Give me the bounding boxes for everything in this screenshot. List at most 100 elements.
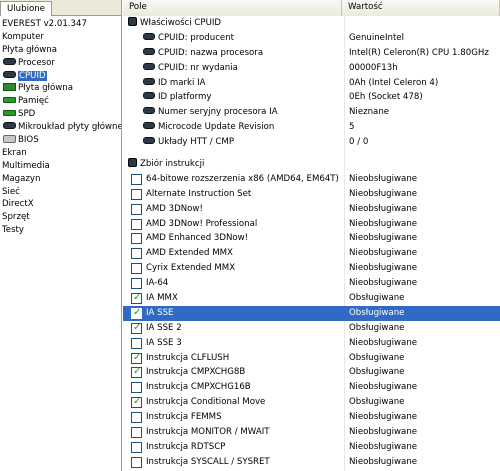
tree-item-label: Komputer	[2, 31, 44, 42]
list-row[interactable]: Instrukcja MONITOR / MWAIT Nieobsługiwane	[123, 425, 500, 440]
list-row[interactable]: Instrukcja CMPXCHG8B Obsługiwane	[123, 365, 500, 380]
field-label: 64-bitowe rozszerzenia x86 (AMD64, EM64T…	[146, 173, 339, 184]
tree-item-p-yta-g-wna[interactable]: Płyta główna	[0, 82, 121, 95]
tree-item-label: Mikroukład płyty głównej	[18, 122, 122, 133]
value-cell: Nieobsługiwane	[349, 188, 418, 199]
cpu-icon	[128, 17, 137, 26]
field-label: IA MMX	[146, 293, 178, 304]
list-row[interactable]: AMD 3DNow! Professional Nieobsługiwane	[123, 217, 500, 232]
list-row[interactable]: Instrukcja CLFLUSH Obsługiwane	[123, 351, 500, 365]
memory-icon	[3, 96, 16, 103]
navigation-tree: EVEREST v2.01.347 Komputer Płyta główna Pro…	[0, 16, 121, 237]
field-label: Instrukcja CLFLUSH	[146, 352, 230, 363]
tree-item-cpuid[interactable]: CPUID	[0, 70, 121, 83]
value-cell: 0Ah (Intel Celeron 4)	[349, 77, 439, 88]
field-cell: Instrukcja CMPXCHG8B	[123, 365, 344, 380]
field-label: IA SSE 3	[146, 337, 182, 348]
list-row[interactable]: Alternate Instruction Set Nieobsługiwane	[123, 187, 500, 202]
column-header-value[interactable]: Wartość	[342, 0, 500, 16]
value-cell: 0 / 0	[349, 137, 369, 148]
field-cell: IA SSE 3	[123, 336, 344, 351]
field-label: Instrukcja Conditional Move	[146, 397, 266, 408]
tree-item-pami[interactable]: Pamięć	[0, 95, 121, 108]
tree-item-p-yta-g-wna[interactable]: Płyta główna	[0, 44, 121, 57]
value-cell: Nieznane	[349, 107, 390, 118]
list-row[interactable]: Instrukcja RDTSCP Nieobsługiwane	[123, 440, 500, 455]
list-row[interactable]: IA SSE 3 Nieobsługiwane	[123, 336, 500, 351]
field-label: Instrukcja SYSCALL / SYSRET	[146, 456, 270, 467]
checked-checkbox-icon	[131, 306, 142, 321]
tree-item-label: Płyta główna	[18, 83, 73, 94]
field-label: Alternate Instruction Set	[146, 188, 252, 199]
value-cell: Obsługiwane	[349, 293, 405, 304]
list-row[interactable]: AMD 3DNow! Nieobsługiwane	[123, 202, 500, 217]
tree-item-testy[interactable]: Testy	[0, 224, 121, 237]
list-row[interactable]: 64-bitowe rozszerzenia x86 (AMD64, EM64T…	[123, 172, 500, 187]
field-label: Microcode Update Revision	[158, 122, 275, 133]
tree-item-sprz-t[interactable]: Sprzęt	[0, 211, 121, 224]
navigation-pane: Ulubione EVEREST v2.01.347 Komputer Płyta …	[0, 0, 122, 471]
list-row[interactable]: CPUID: nazwa procesora Intel(R) Celeron(R…	[123, 46, 500, 61]
tree-item-multimedia[interactable]: Multimedia	[0, 160, 121, 173]
group-header[interactable]: Zbiór instrukcji	[123, 157, 500, 172]
list-row[interactable]: Microcode Update Revision 5	[123, 120, 500, 135]
cpu-icon	[143, 32, 155, 40]
cpu-icon	[143, 137, 155, 145]
tab-favorites[interactable]: Ulubione	[0, 1, 52, 16]
field-cell: AMD Extended MMX	[123, 246, 344, 261]
tree-item-spd[interactable]: SPD	[0, 108, 121, 121]
list-row[interactable]: Instrukcja CMPXCHG16B Nieobsługiwane	[123, 380, 500, 395]
tree-item-label: Procesor	[18, 57, 55, 68]
field-cell: IA SSE 2	[123, 321, 344, 336]
tree-item-komputer[interactable]: Komputer	[0, 31, 121, 44]
tree-item-sie[interactable]: Sieć	[0, 186, 121, 199]
tree-item-everest-v2-01-347[interactable]: EVEREST v2.01.347	[0, 18, 121, 31]
list-row[interactable]: CPUID: nr wydania 00000F13h	[123, 61, 500, 76]
field-cell: Cyrix Extended MMX	[123, 261, 344, 276]
tree-item-directx[interactable]: DirectX	[0, 198, 121, 211]
value-cell: Nieobsługiwane	[349, 233, 418, 244]
list-row[interactable]: IA SSE Obsługiwane	[123, 305, 500, 321]
list-row[interactable]: ID platformy 0Eh (Socket 478)	[123, 90, 500, 105]
list-row[interactable]: Instrukcja FEMMS Nieobsługiwane	[123, 410, 500, 425]
tree-item-bios[interactable]: BIOS	[0, 134, 121, 147]
tree-item-mikrouk-ad-p-yty-g-wnej[interactable]: Mikroukład płyty głównej	[0, 121, 121, 134]
list-row[interactable]: IA MMX Obsługiwane	[123, 291, 500, 306]
list-row[interactable]: IA-64 Nieobsługiwane	[123, 276, 500, 291]
field-label: CPUID: nr wydania	[158, 62, 238, 73]
memory-icon	[3, 109, 16, 116]
list-row[interactable]: Układy HTT / CMP 0 / 0	[123, 135, 500, 150]
value-cell: Nieobsługiwane	[349, 427, 418, 438]
list-row[interactable]: IA SSE 2 Obsługiwane	[123, 321, 500, 336]
motherboard-icon	[3, 82, 16, 91]
field-cell: Instrukcja FEMMS	[123, 410, 344, 425]
list-row[interactable]: Instrukcja SYSCALL / SYSRET Nieobsługiwan…	[123, 455, 500, 470]
list-row[interactable]: Numer seryjny procesora IA Nieznane	[123, 105, 500, 120]
column-header-field[interactable]: Pole	[123, 0, 342, 16]
list-row[interactable]: CPUID: producent GenuineIntel	[123, 31, 500, 46]
field-cell: CPUID: nazwa procesora	[123, 46, 344, 61]
tree-item-magazyn[interactable]: Magazyn	[0, 173, 121, 186]
tree-item-procesor[interactable]: Procesor	[0, 57, 121, 70]
value-cell: Obsługiwane	[349, 352, 405, 363]
field-cell: Instrukcja CMPXCHG16B	[123, 380, 344, 395]
list-row[interactable]: AMD Enhanced 3DNow! Nieobsługiwane	[123, 231, 500, 246]
field-label: CPUID: nazwa procesora	[158, 47, 264, 58]
list-row[interactable]: ID marki IA 0Ah (Intel Celeron 4)	[123, 76, 500, 91]
value-cell: Nieobsługiwane	[349, 382, 418, 393]
unchecked-checkbox-icon	[131, 248, 142, 260]
tree-item-label: Testy	[2, 225, 25, 236]
checked-checkbox-icon	[131, 365, 142, 380]
unchecked-checkbox-icon	[131, 218, 142, 230]
list-row[interactable]: AMD Extended MMX Nieobsługiwane	[123, 246, 500, 261]
unchecked-checkbox-icon	[131, 203, 142, 215]
group-title: Zbiór instrukcji	[140, 159, 205, 170]
list-row[interactable]: Cyrix Extended MMX Nieobsługiwane	[123, 261, 500, 276]
tree-item-label: EVEREST v2.01.347	[2, 19, 87, 29]
value-cell: GenuineIntel	[349, 32, 404, 43]
field-cell: Instrukcja Conditional Move	[123, 395, 344, 410]
value-cell: Nieobsługiwane	[349, 173, 418, 184]
list-row[interactable]: Instrukcja Conditional Move Obsługiwane	[123, 395, 500, 410]
group-header[interactable]: Właściwości CPUID	[123, 16, 500, 31]
tree-item-ekran[interactable]: Ekran	[0, 147, 121, 160]
